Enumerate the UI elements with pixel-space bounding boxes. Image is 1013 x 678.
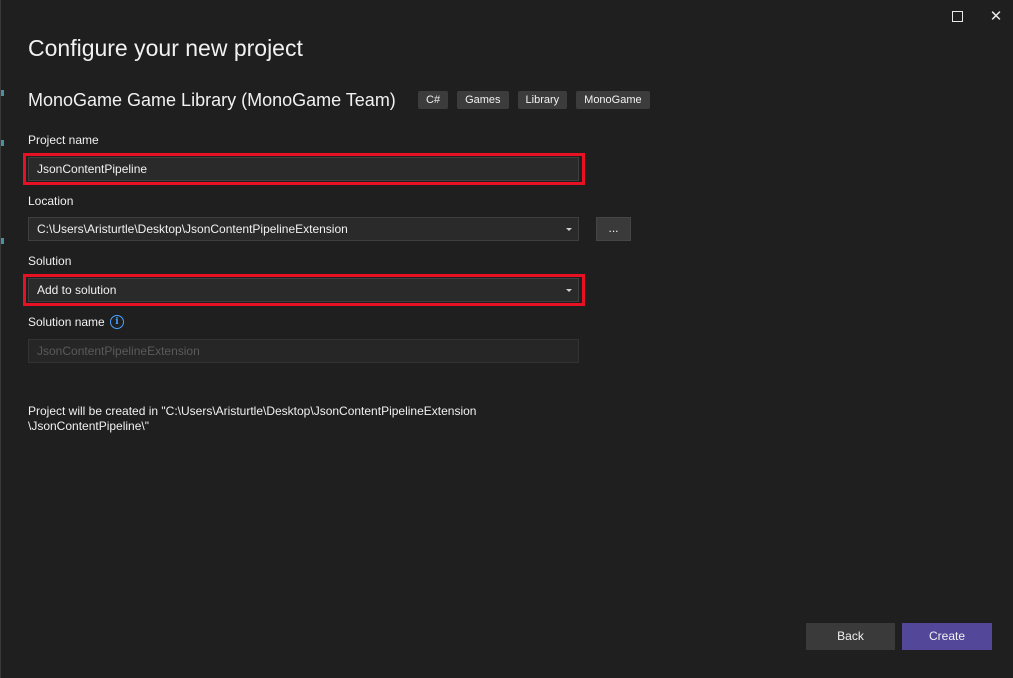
background-edge-mark: [1, 140, 4, 146]
tag-monogame: MonoGame: [576, 91, 650, 109]
page-title: Configure your new project: [28, 35, 303, 61]
project-path-line-2: \JsonContentPipeline\": [28, 419, 150, 433]
solution-name-label: Solution name: [28, 315, 105, 329]
create-button[interactable]: Create: [902, 623, 992, 650]
background-edge-mark: [1, 238, 4, 244]
solution-name-placeholder: JsonContentPipelineExtension: [37, 344, 200, 358]
tag-library: Library: [517, 91, 568, 109]
maximize-button[interactable]: [941, 4, 973, 28]
location-dropdown[interactable]: C:\Users\Aristurtle\Desktop\JsonContentP…: [28, 217, 579, 241]
project-name-highlight: [23, 153, 585, 185]
close-button[interactable]: ✕: [980, 4, 1012, 28]
tag-games: Games: [457, 91, 509, 109]
configure-project-dialog: ✕ Configure your new project MonoGame Ga…: [0, 0, 1013, 678]
info-icon[interactable]: i: [110, 315, 124, 329]
project-name-label: Project name: [28, 133, 99, 147]
background-edge-mark: [1, 90, 4, 96]
template-name: MonoGame Game Library (MonoGame Team): [28, 90, 396, 110]
template-tags: C# Games Library MonoGame: [418, 91, 650, 109]
tag-csharp: C#: [418, 91, 449, 109]
back-button[interactable]: Back: [806, 623, 895, 650]
browse-button[interactable]: ...: [596, 217, 631, 241]
project-path-line-1: Project will be created in "C:\Users\Ari…: [28, 404, 477, 418]
chevron-down-icon: [566, 228, 572, 231]
project-path-note: Project will be created in "C:\Users\Ari…: [28, 404, 508, 434]
solution-label: Solution: [28, 254, 72, 268]
location-value: C:\Users\Aristurtle\Desktop\JsonContentP…: [37, 222, 348, 236]
solution-name-input: JsonContentPipelineExtension: [28, 339, 579, 363]
close-icon: ✕: [989, 8, 1003, 25]
location-label: Location: [28, 194, 74, 208]
solution-highlight: [23, 274, 585, 306]
maximize-icon: [951, 10, 963, 22]
